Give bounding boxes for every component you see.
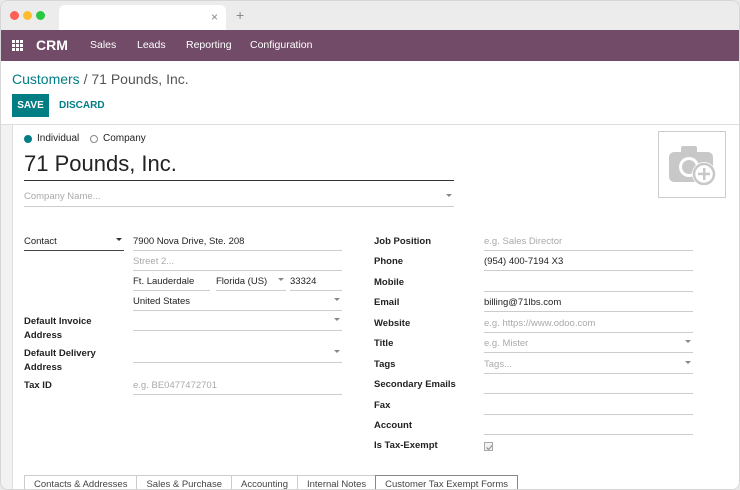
default-invoice-address-label: Default Invoice Address bbox=[24, 315, 92, 343]
state-value: Florida (US) bbox=[216, 276, 268, 287]
close-window-dot[interactable] bbox=[10, 11, 19, 20]
control-panel: Customers / 71 Pounds, Inc. SAVE DISCARD bbox=[1, 61, 739, 125]
default-invoice-address-select[interactable] bbox=[133, 315, 342, 331]
chevron-down-icon bbox=[334, 318, 340, 321]
country-select[interactable]: United States bbox=[133, 295, 342, 311]
job-position-label: Job Position bbox=[374, 236, 431, 247]
tab-sales-purchase[interactable]: Sales & Purchase bbox=[136, 475, 232, 489]
save-button[interactable]: SAVE bbox=[12, 94, 49, 117]
state-select[interactable]: Florida (US) bbox=[216, 275, 286, 291]
company-name-input[interactable]: Company Name... bbox=[24, 191, 454, 207]
discard-button[interactable]: DISCARD bbox=[59, 100, 105, 111]
website-input[interactable]: e.g. https://www.odoo.com bbox=[484, 317, 693, 333]
breadcrumb-separator: / bbox=[79, 71, 92, 87]
radio-company[interactable]: Company bbox=[90, 133, 146, 144]
tax-id-label: Tax ID bbox=[24, 380, 52, 391]
breadcrumb-parent-link[interactable]: Customers bbox=[12, 71, 80, 87]
secondary-emails-label: Secondary Emails bbox=[374, 379, 456, 390]
tags-select[interactable]: Tags... bbox=[484, 358, 693, 374]
tab-customer-tax-exempt-forms[interactable]: Customer Tax Exempt Forms bbox=[375, 475, 518, 489]
tags-label: Tags bbox=[374, 359, 396, 370]
maximize-window-dot[interactable] bbox=[36, 11, 45, 20]
tax-id-input[interactable]: e.g. BE0477472701 bbox=[133, 379, 342, 395]
tax-exempt-checkbox[interactable] bbox=[484, 442, 493, 451]
nav-item-sales[interactable]: Sales bbox=[90, 39, 116, 51]
chevron-down-icon bbox=[334, 298, 340, 301]
breadcrumb-current: 71 Pounds, Inc. bbox=[91, 71, 189, 87]
app-window: × + CRM Sales Leads Reporting Configurat… bbox=[0, 0, 740, 490]
minimize-window-dot[interactable] bbox=[23, 11, 32, 20]
radio-company-label: Company bbox=[103, 133, 146, 144]
default-invoice-address-label-line2: Address bbox=[24, 330, 63, 341]
website-label: Website bbox=[374, 318, 411, 329]
account-input[interactable] bbox=[484, 419, 693, 435]
nav-item-configuration[interactable]: Configuration bbox=[250, 39, 312, 51]
street2-input[interactable]: Street 2... bbox=[133, 255, 342, 271]
chevron-down-icon bbox=[278, 278, 284, 281]
email-input[interactable]: billing@71lbs.com bbox=[484, 296, 693, 312]
mobile-input[interactable] bbox=[484, 276, 693, 292]
default-delivery-address-label-line1: Default Delivery bbox=[24, 348, 96, 359]
address-type-value: Contact bbox=[24, 236, 57, 247]
breadcrumb: Customers / 71 Pounds, Inc. bbox=[12, 71, 189, 87]
fax-input[interactable] bbox=[484, 399, 693, 415]
tab-accounting[interactable]: Accounting bbox=[230, 475, 298, 489]
tab-internal-notes[interactable]: Internal Notes bbox=[297, 475, 377, 489]
partner-name-input[interactable]: 71 Pounds, Inc. bbox=[24, 151, 454, 181]
mobile-label: Mobile bbox=[374, 277, 405, 288]
radio-company-indicator[interactable] bbox=[90, 134, 98, 143]
nav-item-reporting[interactable]: Reporting bbox=[186, 39, 232, 51]
chevron-down-icon bbox=[334, 350, 340, 353]
checkmark-icon bbox=[486, 444, 493, 451]
default-invoice-address-label-line1: Default Invoice bbox=[24, 316, 92, 327]
top-navbar: CRM Sales Leads Reporting Configuration bbox=[1, 30, 739, 61]
title-placeholder: e.g. Mister bbox=[484, 338, 529, 349]
browser-chrome: × + bbox=[1, 1, 739, 30]
tax-exempt-label: Is Tax-Exempt bbox=[374, 440, 438, 451]
secondary-emails-input[interactable] bbox=[484, 378, 693, 394]
account-label: Account bbox=[374, 420, 412, 431]
zip-input[interactable]: 33324 bbox=[290, 275, 342, 291]
phone-input[interactable]: (954) 400-7194 X3 bbox=[484, 255, 693, 271]
default-delivery-address-label-line2: Address bbox=[24, 362, 63, 373]
radio-individual-indicator[interactable] bbox=[24, 134, 32, 143]
new-tab-icon[interactable]: + bbox=[236, 7, 244, 23]
default-delivery-address-label: Default Delivery Address bbox=[24, 347, 96, 375]
email-label: Email bbox=[374, 297, 400, 308]
title-label: Title bbox=[374, 338, 394, 349]
camera-plus-icon bbox=[669, 146, 716, 186]
company-name-placeholder: Company Name... bbox=[24, 191, 101, 202]
title-select[interactable]: e.g. Mister bbox=[484, 337, 693, 353]
avatar-upload[interactable] bbox=[658, 131, 726, 198]
nav-item-leads[interactable]: Leads bbox=[137, 39, 166, 51]
apps-grid-icon[interactable] bbox=[12, 40, 23, 51]
default-delivery-address-select[interactable] bbox=[133, 347, 342, 363]
chevron-down-icon bbox=[685, 340, 691, 343]
chevron-down-icon bbox=[116, 238, 122, 241]
tags-placeholder: Tags... bbox=[484, 359, 512, 370]
city-input[interactable]: Ft. Lauderdale bbox=[133, 275, 210, 291]
radio-individual-label: Individual bbox=[37, 133, 80, 144]
country-value: United States bbox=[133, 296, 191, 307]
notebook-tabs: Contacts & Addresses Sales & Purchase Ac… bbox=[24, 475, 518, 489]
chevron-down-icon bbox=[685, 361, 691, 364]
browser-tab[interactable]: × bbox=[59, 5, 226, 30]
fax-label: Fax bbox=[374, 400, 391, 411]
street-input[interactable]: 7900 Nova Drive, Ste. 208 bbox=[133, 235, 342, 251]
close-tab-icon[interactable]: × bbox=[211, 9, 218, 25]
radio-individual[interactable]: Individual bbox=[24, 133, 79, 144]
app-brand[interactable]: CRM bbox=[36, 37, 68, 53]
chevron-down-icon bbox=[446, 194, 452, 197]
phone-label: Phone bbox=[374, 256, 404, 267]
address-type-select[interactable]: Contact bbox=[24, 235, 124, 251]
job-position-input[interactable]: e.g. Sales Director bbox=[484, 235, 693, 251]
tab-contacts-addresses[interactable]: Contacts & Addresses bbox=[24, 475, 138, 489]
